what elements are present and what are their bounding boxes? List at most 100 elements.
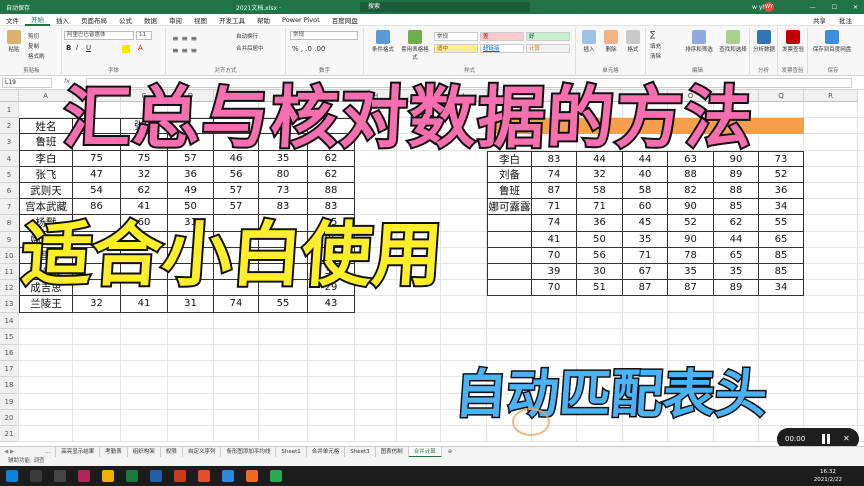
table-cell[interactable]: 30 <box>577 264 623 281</box>
taskbar-clock[interactable]: 16:32 2021/2/22 <box>814 468 842 484</box>
row-header[interactable]: 4 <box>0 150 19 167</box>
table-cell[interactable]: 36 <box>759 183 804 200</box>
excel-icon[interactable] <box>126 470 138 482</box>
table-cell[interactable]: 65 <box>714 247 759 264</box>
font-size-select[interactable]: 11 <box>136 31 152 40</box>
row-header[interactable]: 11 <box>0 264 19 281</box>
table-cell[interactable]: 89 <box>714 166 759 183</box>
table-cell[interactable]: 36 <box>577 215 623 232</box>
table-cell[interactable]: 56 <box>214 166 259 183</box>
cell-style-3[interactable]: 适中 <box>434 44 478 53</box>
table-cell[interactable]: 45 <box>623 215 668 232</box>
delete-cells-button[interactable]: 删除 <box>602 30 620 53</box>
italic-button[interactable]: I <box>76 44 78 52</box>
row-header[interactable]: 10 <box>0 247 19 264</box>
table-format-button[interactable]: 套用表格格式 <box>400 30 430 61</box>
table-cell[interactable]: 62 <box>714 215 759 232</box>
search-box[interactable]: 搜索 <box>360 2 530 12</box>
sheet-tab[interactable]: ... <box>40 446 57 458</box>
row-header[interactable]: 3 <box>0 134 19 151</box>
maximize-icon[interactable]: ☐ <box>832 4 837 11</box>
table-cell[interactable]: 85 <box>714 199 759 216</box>
table-cell[interactable]: 32 <box>121 166 168 183</box>
format-painter-button[interactable]: 格式刷 <box>28 52 45 60</box>
row-header[interactable]: 21 <box>0 426 19 443</box>
table-cell[interactable]: 刘备 <box>487 166 532 183</box>
clear-button[interactable]: 清除 <box>650 52 661 60</box>
table-cell[interactable]: 32 <box>577 166 623 183</box>
table-cell[interactable]: 87 <box>532 183 577 200</box>
table-cell[interactable]: 70 <box>532 280 577 297</box>
sheet-tab[interactable]: Sheet1 <box>276 446 307 458</box>
number-format-icons[interactable]: % , .0 .00 <box>292 45 325 53</box>
row-header[interactable]: 20 <box>0 409 19 426</box>
cell-style-2[interactable]: 好 <box>526 32 570 41</box>
table-cell[interactable]: 90 <box>668 231 714 248</box>
table-cell[interactable]: 78 <box>668 247 714 264</box>
table-cell[interactable]: 88 <box>308 183 355 200</box>
row-header[interactable]: 7 <box>0 199 19 216</box>
table-cell[interactable]: 41 <box>532 231 577 248</box>
table-cell[interactable]: 87 <box>623 280 668 297</box>
table-cell[interactable]: 52 <box>759 166 804 183</box>
fill-button[interactable]: 填充 <box>650 42 661 50</box>
table-cell[interactable]: 55 <box>759 215 804 232</box>
row-header[interactable]: 12 <box>0 280 19 297</box>
analyze-data-button[interactable]: 分析数据 <box>752 30 776 53</box>
table-cell[interactable]: 35 <box>714 264 759 281</box>
cell-style-4[interactable]: 超链接 <box>480 44 524 53</box>
table-cell[interactable]: 89 <box>714 280 759 297</box>
table-cell[interactable]: 58 <box>623 183 668 200</box>
row-header[interactable]: 1 <box>0 102 19 119</box>
row-header[interactable]: 14 <box>0 312 19 329</box>
row-header[interactable]: 13 <box>0 296 19 313</box>
sheet-tab[interactable]: 考勤表 <box>100 446 128 458</box>
font-color-icon[interactable]: A <box>138 44 143 52</box>
table-cell[interactable]: 34 <box>759 280 804 297</box>
row-header[interactable]: 8 <box>0 215 19 232</box>
app-icon-3[interactable] <box>222 470 234 482</box>
table-cell[interactable]: 71 <box>532 199 577 216</box>
table-cell[interactable]: 39 <box>532 264 577 281</box>
font-name-select[interactable]: 阿里巴巴普惠体 <box>64 31 134 40</box>
sheet-tab[interactable]: 自定义序列 <box>183 446 222 458</box>
table-cell[interactable]: 35 <box>623 231 668 248</box>
row-header[interactable]: 2 <box>0 118 19 135</box>
table-cell[interactable]: 44 <box>714 231 759 248</box>
table-cell[interactable]: 34 <box>759 199 804 216</box>
menu-tab-11[interactable]: 百度网盘 <box>326 15 364 25</box>
table-cell[interactable]: 70 <box>532 247 577 264</box>
menu-tab-0[interactable]: 文件 <box>0 15 25 25</box>
menu-tab-2[interactable]: 插入 <box>50 15 75 25</box>
table-cell[interactable]: 60 <box>623 199 668 216</box>
sheet-tab[interactable]: 图表仿制 <box>376 446 409 458</box>
align-icons-2[interactable]: ≡ ≡ ≡ <box>172 46 197 55</box>
table-cell[interactable]: 62 <box>121 183 168 200</box>
search-icon[interactable] <box>30 470 42 482</box>
menu-tab-1[interactable]: 开始 <box>25 14 50 26</box>
table-cell[interactable]: 87 <box>668 280 714 297</box>
row-header[interactable]: 15 <box>0 328 19 345</box>
row-header[interactable]: 19 <box>0 393 19 410</box>
autosave-toggle[interactable]: 自动保存 <box>6 3 30 12</box>
fill-color-icon[interactable] <box>122 45 130 53</box>
table-cell[interactable]: 71 <box>577 199 623 216</box>
app-icon-4[interactable] <box>246 470 258 482</box>
menu-tab-8[interactable]: 开发工具 <box>213 15 251 25</box>
app-icon-5[interactable] <box>270 470 282 482</box>
merge-center-button[interactable]: 合并后居中 <box>236 44 264 52</box>
sheet-tab[interactable]: 条形图添加平均线 <box>221 446 277 458</box>
table-cell[interactable]: 74 <box>532 215 577 232</box>
table-cell[interactable]: 65 <box>759 231 804 248</box>
table-cell[interactable]: 80 <box>259 166 308 183</box>
row-header[interactable]: 9 <box>0 231 19 248</box>
name-box[interactable]: L19 <box>2 78 52 88</box>
cell-style-5[interactable]: 计算 <box>526 44 570 53</box>
table-cell[interactable]: 88 <box>668 166 714 183</box>
sheet-tab[interactable]: 权限 <box>161 446 183 458</box>
conditional-format-button[interactable]: 条件格式 <box>368 30 398 53</box>
copy-button[interactable]: 复制 <box>28 42 39 50</box>
row-header[interactable]: 6 <box>0 183 19 200</box>
row-header[interactable]: 5 <box>0 166 19 183</box>
table-cell[interactable]: 58 <box>577 183 623 200</box>
